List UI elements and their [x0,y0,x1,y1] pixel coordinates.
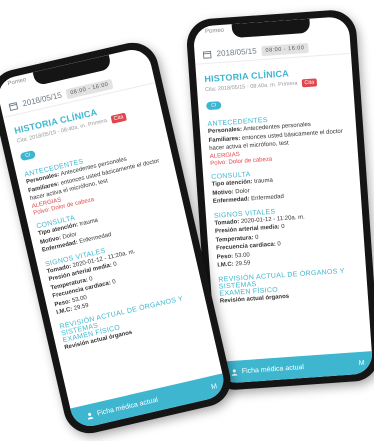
status-badge: Cita [110,112,128,124]
current-date: 2018/05/15 [216,46,257,59]
calendar-icon [202,51,212,59]
phone-screen: Pomeo 2018/05/15 08:00 - 16:00 HISTORIA … [192,15,374,385]
bottom-menu-label[interactable]: M [358,359,364,366]
ficha-medica-button[interactable]: Ficha médica actual M [70,373,228,430]
clinical-record: HISTORIA CLÍNICA Cita: 2018/05/15 - 08:4… [3,83,209,354]
ficha-medica-label: Ficha médica actual [241,363,305,375]
clinical-record: HISTORIA CLÍNICA Cita: 2018/05/15 - 08:4… [195,54,368,306]
appointment-type: Primera [278,80,298,89]
calendar-icon [8,102,19,111]
person-icon [87,412,94,420]
appointment-date: Cita: 2018/05/15 - 08:40a. m. [204,82,277,94]
record-chip[interactable]: CI [205,101,222,111]
ficha-medica-label: Ficha médica actual [96,396,159,418]
ficha-medica-button[interactable]: Ficha médica actual M [216,351,374,385]
status-badge: Cita [301,78,318,88]
schedule-pill[interactable]: 08:00 - 16:00 [261,42,309,56]
bottom-menu-label[interactable]: M [211,383,218,391]
person-icon [231,368,238,376]
appointment-type: Primera [87,117,108,129]
record-chip[interactable]: CI [19,150,37,162]
